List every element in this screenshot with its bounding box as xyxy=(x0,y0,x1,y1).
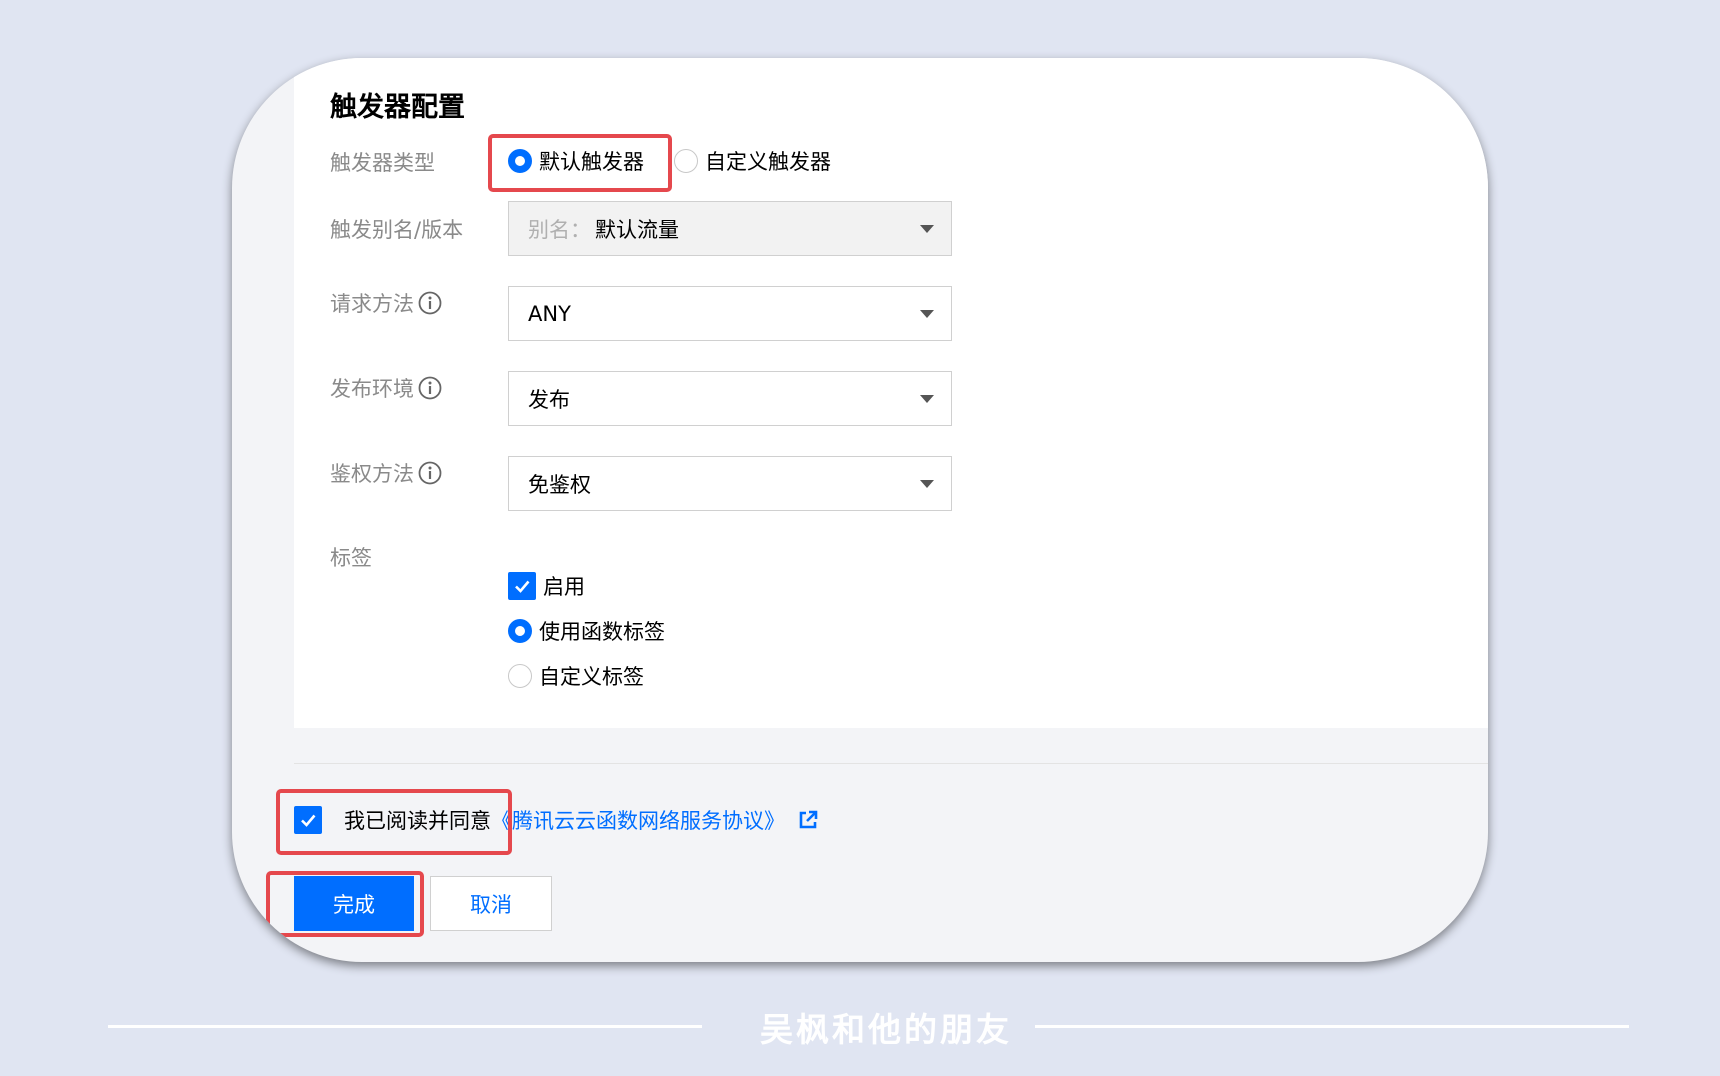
auth-select[interactable]: 免鉴权 xyxy=(508,456,952,511)
external-link-icon[interactable] xyxy=(797,809,819,831)
chevron-down-icon xyxy=(920,480,934,488)
tags-label: 标签 xyxy=(330,546,372,570)
highlight-box xyxy=(276,789,512,855)
chevron-down-icon xyxy=(920,395,934,403)
method-select[interactable]: ANY xyxy=(508,286,952,341)
footer-line-left xyxy=(108,1025,702,1028)
info-icon[interactable] xyxy=(418,461,442,485)
footer-line-right xyxy=(1035,1025,1629,1028)
radio-function-tags[interactable]: 使用函数标签 xyxy=(508,616,665,646)
watermark: 吴枫和他的朋友 xyxy=(760,1010,1012,1049)
divider xyxy=(294,763,1488,764)
radio-custom-tags[interactable]: 自定义标签 xyxy=(508,661,644,691)
radio-unchecked-icon xyxy=(674,149,698,173)
trigger-type-label: 触发器类型 xyxy=(330,151,435,175)
info-icon[interactable] xyxy=(418,376,442,400)
radio-custom-trigger[interactable]: 自定义触发器 xyxy=(674,146,831,176)
chevron-down-icon xyxy=(920,225,934,233)
agreement-link[interactable]: 《腾讯云云函数网络服务协议》 xyxy=(491,805,785,835)
radio-unchecked-icon xyxy=(508,664,532,688)
alias-select: 别名： 默认流量 xyxy=(508,201,952,256)
tags-enable-checkbox[interactable]: 启用 xyxy=(508,571,585,601)
highlight-box xyxy=(266,871,424,937)
auth-label: 鉴权方法 xyxy=(330,458,442,488)
environment-select[interactable]: 发布 xyxy=(508,371,952,426)
method-label: 请求方法 xyxy=(330,288,442,318)
section-title: 触发器配置 xyxy=(330,92,465,123)
environment-label: 发布环境 xyxy=(330,373,442,403)
info-icon[interactable] xyxy=(418,291,442,315)
cancel-button[interactable]: 取消 xyxy=(430,876,552,931)
chevron-down-icon xyxy=(920,310,934,318)
checkbox-checked-icon xyxy=(508,572,536,600)
highlight-box xyxy=(488,134,672,192)
dialog-card: 触发器配置 触发器类型 默认触发器 自定义触发器 触发别名/版本 别名： 默认流… xyxy=(232,58,1488,962)
alias-label: 触发别名/版本 xyxy=(330,218,464,242)
radio-checked-icon xyxy=(508,619,532,643)
